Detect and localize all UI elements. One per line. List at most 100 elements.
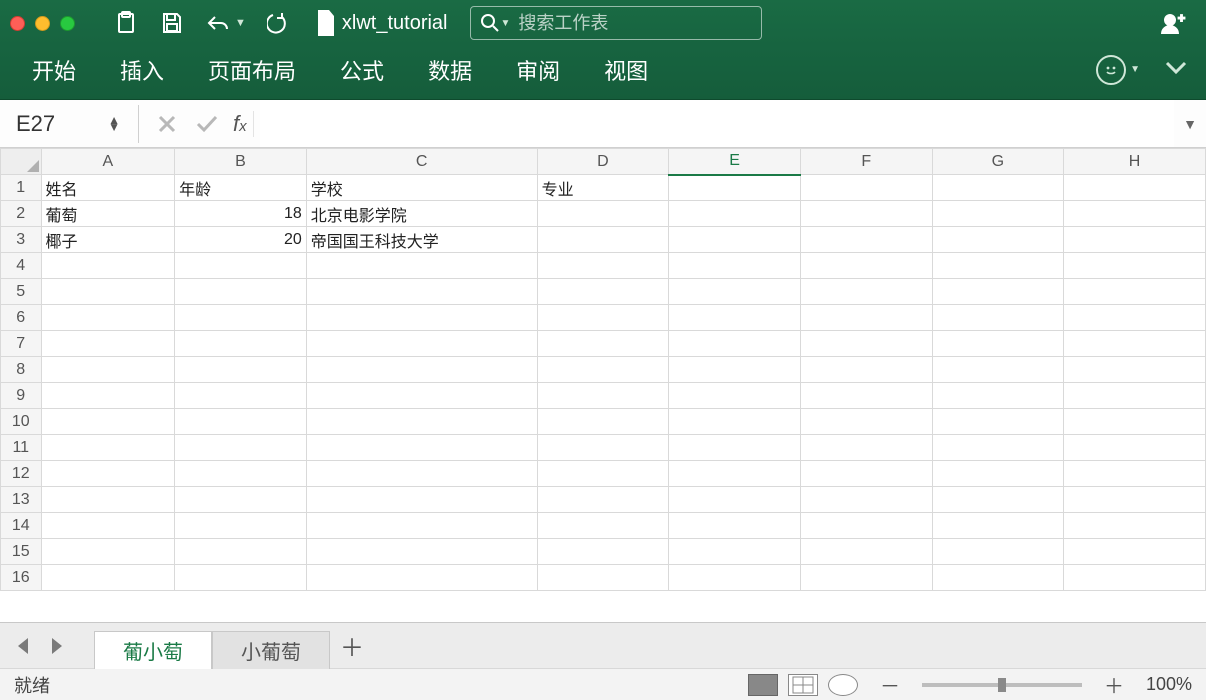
cell[interactable] — [669, 331, 801, 357]
row-header[interactable]: 10 — [1, 409, 42, 435]
cell[interactable]: 椰子 — [41, 227, 175, 253]
share-icon[interactable]: + — [1156, 6, 1190, 40]
cell[interactable] — [537, 279, 669, 305]
cell[interactable] — [1064, 461, 1206, 487]
cell[interactable] — [537, 435, 669, 461]
cell[interactable] — [306, 539, 537, 565]
row-header[interactable]: 14 — [1, 513, 42, 539]
cell[interactable] — [669, 279, 801, 305]
cell[interactable] — [800, 357, 932, 383]
add-sheet-button[interactable]: ＋ — [330, 628, 374, 663]
cell[interactable] — [537, 487, 669, 513]
cell[interactable] — [669, 357, 801, 383]
cell[interactable] — [932, 435, 1064, 461]
cell[interactable] — [669, 435, 801, 461]
cell[interactable] — [669, 409, 801, 435]
cell[interactable] — [41, 279, 175, 305]
feedback-button[interactable]: ▼ — [1096, 55, 1140, 85]
cell[interactable] — [932, 253, 1064, 279]
cell[interactable] — [306, 305, 537, 331]
cell[interactable] — [41, 487, 175, 513]
row-header[interactable]: 9 — [1, 383, 42, 409]
cell[interactable] — [800, 435, 932, 461]
cell[interactable]: 18 — [175, 201, 307, 227]
cell[interactable] — [1064, 565, 1206, 591]
zoom-level[interactable]: 100% — [1146, 674, 1192, 695]
zoom-in-button[interactable]: ＋ — [1104, 670, 1124, 699]
cell[interactable] — [800, 227, 932, 253]
zoom-slider[interactable] — [922, 683, 1082, 687]
cell[interactable] — [800, 487, 932, 513]
window-close-button[interactable] — [10, 16, 25, 31]
cell[interactable] — [41, 383, 175, 409]
cell[interactable] — [537, 461, 669, 487]
cell[interactable] — [175, 279, 307, 305]
cell[interactable] — [306, 409, 537, 435]
cell[interactable] — [175, 565, 307, 591]
cell[interactable] — [537, 565, 669, 591]
cell[interactable]: 学校 — [306, 175, 537, 201]
cell[interactable] — [306, 357, 537, 383]
select-all-corner[interactable] — [1, 149, 42, 175]
cell[interactable] — [800, 539, 932, 565]
cell[interactable] — [537, 253, 669, 279]
cell[interactable] — [306, 331, 537, 357]
row-header[interactable]: 3 — [1, 227, 42, 253]
cell[interactable] — [306, 487, 537, 513]
cell[interactable] — [932, 409, 1064, 435]
cell[interactable] — [1064, 435, 1206, 461]
cell[interactable] — [175, 513, 307, 539]
normal-view-button[interactable] — [748, 674, 778, 696]
cell[interactable] — [175, 461, 307, 487]
cell[interactable] — [41, 409, 175, 435]
cell[interactable] — [175, 409, 307, 435]
cell[interactable] — [800, 305, 932, 331]
cell[interactable] — [306, 279, 537, 305]
column-header[interactable]: F — [800, 149, 932, 175]
cell[interactable] — [306, 435, 537, 461]
cell[interactable] — [800, 175, 932, 201]
cell[interactable] — [1064, 279, 1206, 305]
cell[interactable] — [175, 383, 307, 409]
ribbon-tab[interactable]: 公式 — [318, 48, 406, 92]
cell[interactable] — [669, 487, 801, 513]
sheet-prev-button[interactable] — [6, 629, 40, 663]
cell[interactable] — [306, 461, 537, 487]
collapse-ribbon-icon[interactable] — [1164, 60, 1188, 79]
sheet-next-button[interactable] — [40, 629, 74, 663]
cell[interactable] — [306, 565, 537, 591]
page-break-view-button[interactable] — [828, 674, 858, 696]
row-header[interactable]: 16 — [1, 565, 42, 591]
search-box[interactable]: ▼ — [470, 6, 762, 40]
column-header[interactable]: H — [1064, 149, 1206, 175]
cell[interactable] — [41, 331, 175, 357]
page-layout-view-button[interactable] — [788, 674, 818, 696]
save-icon[interactable] — [155, 6, 189, 40]
cell[interactable] — [306, 383, 537, 409]
formula-input[interactable] — [260, 100, 1174, 147]
cell[interactable] — [669, 253, 801, 279]
cell[interactable] — [932, 279, 1064, 305]
cell[interactable] — [1064, 357, 1206, 383]
row-header[interactable]: 1 — [1, 175, 42, 201]
redo-icon[interactable] — [262, 6, 296, 40]
cell[interactable] — [1064, 227, 1206, 253]
cell[interactable] — [175, 331, 307, 357]
row-header[interactable]: 11 — [1, 435, 42, 461]
cell[interactable] — [1064, 201, 1206, 227]
cell[interactable] — [932, 565, 1064, 591]
cell[interactable] — [175, 305, 307, 331]
ribbon-tab[interactable]: 审阅 — [494, 48, 582, 92]
name-box-stepper-icon[interactable]: ▲▼ — [108, 117, 120, 130]
cell[interactable] — [41, 565, 175, 591]
cell[interactable] — [669, 461, 801, 487]
cell[interactable] — [800, 331, 932, 357]
cell[interactable] — [1064, 175, 1206, 201]
cell[interactable]: 年龄 — [175, 175, 307, 201]
cell[interactable] — [306, 513, 537, 539]
search-input[interactable] — [518, 13, 750, 34]
sheet-tab[interactable]: 葡小萄 — [94, 631, 212, 669]
cell[interactable] — [175, 435, 307, 461]
cell[interactable] — [175, 253, 307, 279]
cell[interactable] — [800, 565, 932, 591]
